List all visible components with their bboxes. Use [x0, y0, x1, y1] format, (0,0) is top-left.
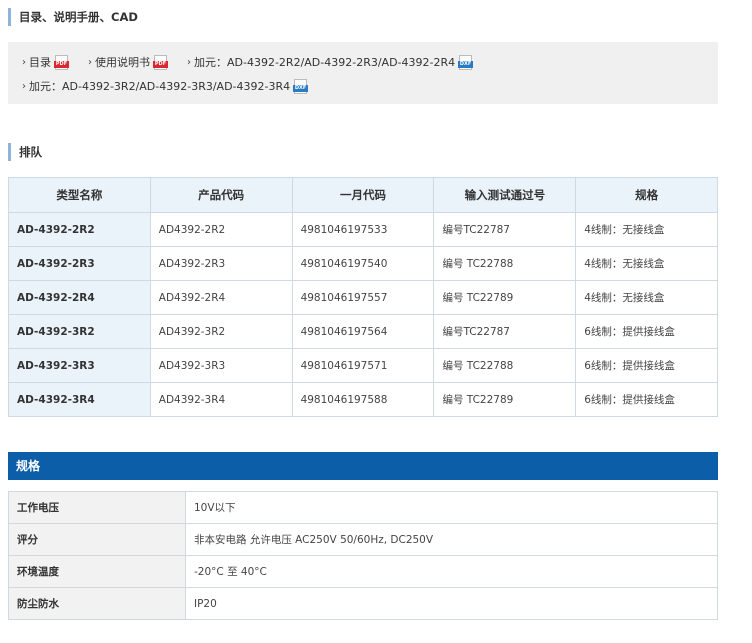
cell-type-name: AD-4392-3R2 [8, 314, 151, 349]
docs-section-title: 目录、说明手册、CAD [8, 8, 138, 26]
spec-key: 工作电压 [8, 491, 186, 524]
catalog-link[interactable]: › 目录 PDF [22, 54, 69, 70]
table-header-row: 类型名称 产品代码 一月代码 输入测试通过号 规格 [8, 177, 718, 213]
col-header-spec: 规格 [575, 177, 718, 213]
table-row: AD-4392-2R3 AD4392-2R3 4981046197540 编号 … [8, 246, 718, 281]
docs-panel: › 目录 PDF › 使用说明书 PDF › 加元：AD-4392-2R2/AD… [8, 42, 718, 104]
docs-row-1: › 目录 PDF › 使用说明书 PDF › 加元：AD-4392-2R2/AD… [22, 50, 718, 74]
cell-type-name: AD-4392-2R3 [8, 246, 151, 281]
col-header-product-code: 产品代码 [149, 177, 293, 213]
table-row: AD-4392-3R4 AD4392-3R4 4981046197588 编号 … [8, 382, 718, 417]
cell-test-number: 编号 TC22789 [433, 382, 577, 417]
cell-spec: 6线制：提供接线盒 [575, 382, 718, 417]
pdf-icon[interactable]: PDF [153, 54, 168, 70]
lineup-table: 类型名称 产品代码 一月代码 输入测试通过号 规格 AD-4392-2R2 AD… [8, 177, 718, 417]
col-header-type-name: 类型名称 [8, 177, 151, 213]
spec-value: -20°C 至 40°C [185, 555, 718, 588]
chevron-right-icon: › [88, 56, 92, 68]
cell-test-number: 编号TC22787 [433, 212, 577, 247]
pdf-icon[interactable]: PDF [54, 54, 69, 70]
docs-row-2: › 加元：AD-4392-3R2/AD-4392-3R3/AD-4392-3R4… [22, 74, 718, 98]
table-row: AD-4392-2R2 AD4392-2R2 4981046197533 编号T… [8, 212, 718, 247]
catalog-link-label: 目录 [29, 56, 51, 69]
spec-key: 环境温度 [8, 555, 186, 588]
cell-test-number: 编号 TC22788 [433, 348, 577, 383]
dxf-icon[interactable]: DXF [458, 54, 474, 70]
cad-3r-link[interactable]: › 加元：AD-4392-3R2/AD-4392-3R3/AD-4392-3R4… [22, 78, 309, 94]
cell-spec: 6线制：提供接线盒 [575, 314, 718, 349]
cell-spec: 4线制：无接线盒 [575, 280, 718, 315]
spec-row: 防尘防水 IP20 [8, 587, 718, 620]
table-row: AD-4392-3R2 AD4392-3R2 4981046197564 编号T… [8, 314, 718, 349]
spec-value: IP20 [185, 587, 718, 620]
spec-value: 非本安电路 允许电压 AC250V 50/60Hz, DC250V [185, 523, 718, 556]
spec-row: 评分 非本安电路 允许电压 AC250V 50/60Hz, DC250V [8, 523, 718, 556]
specs-section-title: 规格 [8, 452, 718, 480]
chevron-right-icon: › [22, 80, 26, 92]
cell-product-code: AD4392-2R4 [149, 280, 293, 315]
cell-test-number: 编号TC22787 [433, 314, 577, 349]
cad-2r-link[interactable]: › 加元：AD-4392-2R2/AD-4392-2R3/AD-4392-2R4… [187, 54, 474, 70]
cell-test-number: 编号 TC22789 [433, 280, 577, 315]
col-header-test-number: 输入测试通过号 [433, 177, 577, 213]
spec-value: 10V以下 [185, 491, 718, 524]
table-row: AD-4392-3R3 AD4392-3R3 4981046197571 编号 … [8, 348, 718, 383]
cell-product-code: AD4392-2R3 [149, 246, 293, 281]
manual-link[interactable]: › 使用说明书 PDF [88, 54, 168, 70]
chevron-right-icon: › [22, 56, 26, 68]
cell-spec: 6线制：提供接线盒 [575, 348, 718, 383]
specs-table: 工作电压 10V以下 评分 非本安电路 允许电压 AC250V 50/60Hz,… [8, 491, 718, 620]
cell-product-code: AD4392-3R2 [149, 314, 293, 349]
spec-key: 防尘防水 [8, 587, 186, 620]
dxf-icon[interactable]: DXF [293, 78, 309, 94]
cell-spec: 4线制：无接线盒 [575, 246, 718, 281]
cell-jan-code: 4981046197540 [291, 246, 435, 281]
cell-product-code: AD4392-3R4 [149, 382, 293, 417]
cell-jan-code: 4981046197571 [291, 348, 435, 383]
cell-type-name: AD-4392-3R3 [8, 348, 151, 383]
cell-product-code: AD4392-3R3 [149, 348, 293, 383]
cell-type-name: AD-4392-3R4 [8, 382, 151, 417]
cell-jan-code: 4981046197564 [291, 314, 435, 349]
col-header-jan-code: 一月代码 [291, 177, 435, 213]
chevron-right-icon: › [187, 56, 191, 68]
cell-type-name: AD-4392-2R2 [8, 212, 151, 247]
cell-product-code: AD4392-2R2 [149, 212, 293, 247]
spec-key: 评分 [8, 523, 186, 556]
table-row: AD-4392-2R4 AD4392-2R4 4981046197557 编号 … [8, 280, 718, 315]
spec-row: 环境温度 -20°C 至 40°C [8, 555, 718, 588]
lineup-section-title: 排队 [8, 143, 42, 161]
manual-link-label: 使用说明书 [95, 56, 150, 69]
cad-3r-link-label: 加元：AD-4392-3R2/AD-4392-3R3/AD-4392-3R4 [29, 80, 291, 93]
cell-type-name: AD-4392-2R4 [8, 280, 151, 315]
cell-jan-code: 4981046197533 [291, 212, 435, 247]
cad-2r-link-label: 加元：AD-4392-2R2/AD-4392-2R3/AD-4392-2R4 [194, 56, 456, 69]
cell-jan-code: 4981046197588 [291, 382, 435, 417]
spec-row: 工作电压 10V以下 [8, 491, 718, 524]
cell-test-number: 编号 TC22788 [433, 246, 577, 281]
cell-spec: 4线制：无接线盒 [575, 212, 718, 247]
cell-jan-code: 4981046197557 [291, 280, 435, 315]
